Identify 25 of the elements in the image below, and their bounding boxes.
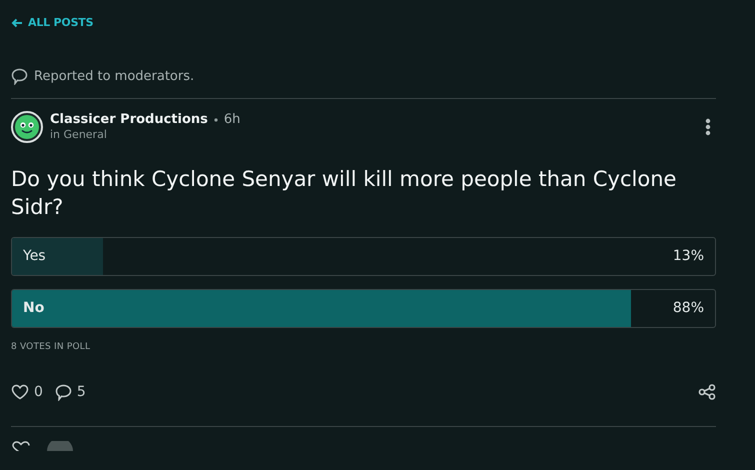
author-name[interactable]: Classicer Productions	[50, 112, 208, 127]
poll-option[interactable]: Yes 13%	[11, 236, 716, 276]
heart-icon	[11, 384, 29, 400]
comments-button[interactable]: 5	[54, 384, 86, 400]
separator-dot-icon	[214, 118, 218, 122]
all-posts-link[interactable]: ALL POSTS	[11, 16, 94, 29]
like-button[interactable]: 0	[11, 384, 43, 400]
speech-bubble-icon	[54, 384, 72, 400]
option-label: No	[23, 300, 44, 316]
vertical-dots-icon	[705, 118, 711, 136]
poll-option[interactable]: No 88%	[11, 288, 716, 328]
vote-count: 8 VOTES IN POLL	[11, 342, 92, 352]
smiley-avatar[interactable]	[11, 110, 43, 142]
community-label[interactable]: in General	[50, 128, 687, 141]
option-label: Yes	[23, 248, 46, 264]
share-icon	[698, 384, 716, 400]
avatar	[45, 440, 75, 450]
poll-question: Do you think Cyclone Senyar will kill more people than Cyclone Sidr?	[11, 166, 678, 220]
post-time: 6h	[224, 112, 240, 127]
option-percent: 88%	[672, 300, 704, 316]
share-button[interactable]	[698, 384, 716, 400]
option-percent: 13%	[672, 248, 704, 264]
notice-text: Reported to moderators.	[34, 68, 194, 84]
arrow-left-icon	[11, 18, 23, 28]
speech-bubble-icon	[11, 68, 28, 84]
